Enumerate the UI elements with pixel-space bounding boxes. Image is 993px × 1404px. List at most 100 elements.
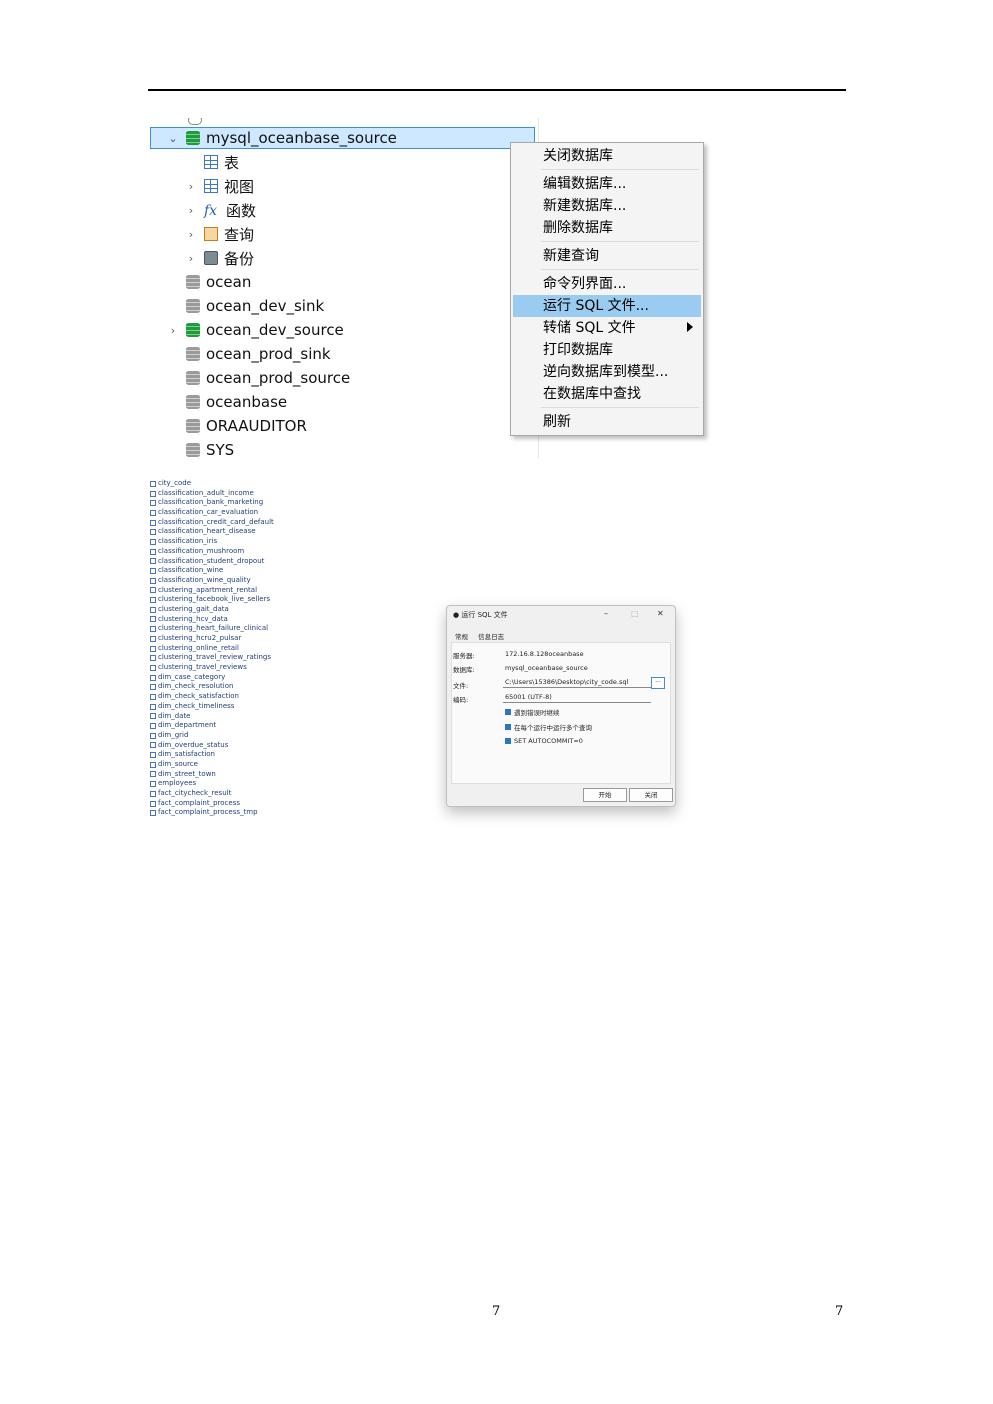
chevron-right-icon[interactable]: ›: [184, 204, 198, 217]
table-name: clustering_hcru2_pulsar: [158, 634, 242, 642]
tree-db-item[interactable]: ORAAUDITOR: [166, 415, 307, 437]
table-name: dim_case_category: [158, 672, 226, 681]
start-button[interactable]: 开始: [583, 788, 627, 802]
maximize-icon[interactable]: □: [631, 609, 639, 618]
tree-db-selected[interactable]: ⌄ mysql_oceanbase_source: [166, 127, 397, 149]
table-list-item[interactable]: clustering_heart_failure_clinical: [150, 624, 300, 634]
tree-db-item[interactable]: › ocean_dev_source: [166, 319, 344, 341]
menu-item[interactable]: 运行 SQL 文件...: [513, 295, 701, 317]
table-list-item[interactable]: classification_adult_income: [150, 489, 300, 499]
checkbox-continue-on-error[interactable]: 遇到错误时继续: [505, 707, 560, 717]
tree-db-item[interactable]: ocean: [166, 271, 251, 293]
table-list-item[interactable]: city_code: [150, 479, 300, 489]
table-list-item[interactable]: classification_bank_marketing: [150, 498, 300, 508]
table-list-item[interactable]: employees: [150, 779, 300, 789]
close-button[interactable]: 关闭: [629, 788, 673, 802]
table-list-item[interactable]: fact_complaint_process: [150, 799, 300, 809]
menu-item[interactable]: 删除数据库: [513, 217, 701, 239]
table-list-item[interactable]: clustering_online_retail: [150, 644, 300, 654]
table-list-item[interactable]: clustering_travel_reviews: [150, 663, 300, 673]
tree-db-item[interactable]: ocean_dev_sink: [166, 295, 324, 317]
menu-item[interactable]: 新建数据库...: [513, 195, 701, 217]
close-icon[interactable]: ✕: [657, 609, 664, 618]
menu-item[interactable]: 编辑数据库...: [513, 173, 701, 195]
tree-node-label: 表: [224, 153, 240, 172]
tree-node-query[interactable]: › 查询: [184, 223, 254, 245]
menu-item[interactable]: 新建查询: [513, 245, 701, 267]
chevron-right-icon[interactable]: ›: [184, 228, 198, 241]
table-list-item[interactable]: clustering_hcv_data: [150, 615, 300, 625]
table-list: city_code classification_adult_income clas…: [150, 479, 300, 818]
tab-general[interactable]: 常规: [455, 631, 468, 641]
minimize-icon[interactable]: –: [604, 609, 608, 618]
table-list-item[interactable]: dim_check_resolution: [150, 682, 300, 692]
menu-item[interactable]: 转储 SQL 文件: [513, 317, 701, 339]
encoding-select[interactable]: 65001 (UTF-8): [503, 692, 651, 703]
table-list-item[interactable]: fact_complaint_process_tmp: [150, 808, 300, 818]
table-name: dim_department: [158, 721, 217, 730]
dialog-title-text: 运行 SQL 文件: [461, 611, 508, 619]
menu-item[interactable]: 命令列界面...: [513, 273, 701, 295]
tree-node-view[interactable]: › 视图: [184, 175, 254, 197]
menu-item[interactable]: 在数据库中查找: [513, 383, 701, 405]
table-list-item[interactable]: dim_check_satisfaction: [150, 692, 300, 702]
table-list-item[interactable]: classification_wine: [150, 566, 300, 576]
database-icon: [186, 299, 200, 313]
table-list-item[interactable]: classification_mushroom: [150, 547, 300, 557]
table-list-item[interactable]: clustering_gait_data: [150, 605, 300, 615]
table-list-item[interactable]: dim_check_timeliness: [150, 702, 300, 712]
table-list-item[interactable]: classification_wine_quality: [150, 576, 300, 586]
table-icon: [150, 509, 156, 516]
table-list-item[interactable]: classification_iris: [150, 537, 300, 547]
browse-button[interactable]: ...: [651, 677, 665, 689]
table-icon: [150, 616, 156, 623]
chevron-down-icon[interactable]: ⌄: [166, 132, 180, 145]
server-label: 服务器:: [453, 652, 475, 660]
table-list-item[interactable]: dim_source: [150, 760, 300, 770]
tree-node-table[interactable]: 表: [184, 151, 239, 173]
chevron-right-icon[interactable]: ›: [166, 324, 180, 337]
table-list-item[interactable]: dim_street_town: [150, 770, 300, 780]
checkbox-multiple-queries[interactable]: 在每个运行中运行多个查询: [505, 722, 592, 732]
menu-item[interactable]: 刷新: [513, 411, 701, 433]
table-list-item[interactable]: classification_credit_card_default: [150, 518, 300, 528]
table-list-item[interactable]: clustering_apartment_rental: [150, 586, 300, 596]
table-list-item[interactable]: clustering_travel_review_ratings: [150, 653, 300, 663]
table-icon: [150, 800, 156, 807]
tree-node-function[interactable]: › fx 函数: [184, 199, 256, 221]
table-list-item[interactable]: classification_heart_disease: [150, 527, 300, 537]
table-list-item[interactable]: dim_grid: [150, 731, 300, 741]
tree-node-backup[interactable]: › 备份: [184, 247, 254, 269]
table-list-item[interactable]: dim_satisfaction: [150, 750, 300, 760]
table-list-item[interactable]: fact_citycheck_result: [150, 789, 300, 799]
table-list-item[interactable]: dim_overdue_status: [150, 741, 300, 751]
submenu-arrow-icon: [687, 322, 693, 332]
chevron-right-icon[interactable]: ›: [184, 180, 198, 193]
table-list-item[interactable]: clustering_facebook_live_sellers: [150, 595, 300, 605]
menu-item-label: 刷新: [543, 414, 571, 430]
file-input[interactable]: C:\Users\15386\Desktop\city_code.sql: [503, 677, 651, 688]
tree-db-item[interactable]: SYS: [166, 439, 234, 458]
table-name: classification_wine_quality: [158, 575, 251, 584]
checkbox-autocommit[interactable]: SET AUTOCOMMIT=0: [505, 737, 583, 745]
table-list-item[interactable]: dim_department: [150, 721, 300, 731]
tree-node-label: 查询: [224, 225, 255, 244]
table-name: clustering_travel_review_ratings: [158, 653, 271, 662]
menu-item-label: 新建查询: [543, 248, 599, 264]
table-list-item[interactable]: dim_case_category: [150, 673, 300, 683]
db-label: ocean_dev_sink: [206, 297, 325, 315]
table-name: classification_student_dropout: [158, 556, 265, 565]
tree-db-item[interactable]: oceanbase: [166, 391, 287, 413]
tree-db-item[interactable]: ocean_prod_source: [166, 367, 350, 389]
query-icon: [204, 227, 218, 241]
menu-item[interactable]: 逆向数据库到模型...: [513, 361, 701, 383]
chevron-right-icon[interactable]: ›: [184, 252, 198, 265]
table-list-item[interactable]: clustering_hcru2_pulsar: [150, 634, 300, 644]
table-list-item[interactable]: classification_car_evaluation: [150, 508, 300, 518]
tree-db-item[interactable]: ocean_prod_sink: [166, 343, 331, 365]
menu-item[interactable]: 打印数据库: [513, 339, 701, 361]
table-list-item[interactable]: classification_student_dropout: [150, 557, 300, 567]
table-list-item[interactable]: dim_date: [150, 712, 300, 722]
menu-item[interactable]: 关闭数据库: [513, 145, 701, 167]
tab-log[interactable]: 信息日志: [478, 631, 504, 641]
